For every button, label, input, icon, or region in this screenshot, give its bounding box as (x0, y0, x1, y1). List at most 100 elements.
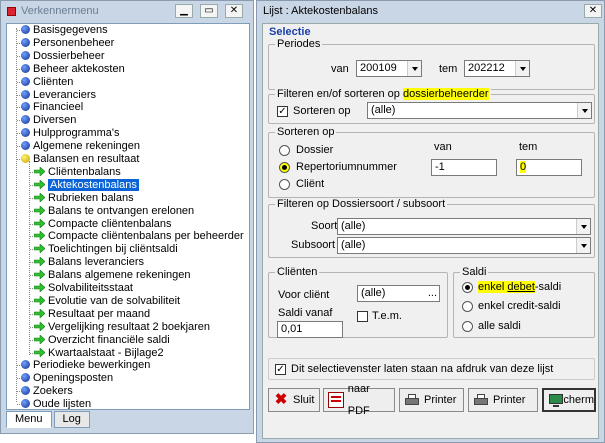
voor-client-input[interactable]: (alle) ... (357, 285, 440, 302)
browse-button[interactable]: ... (428, 286, 437, 301)
radio-repertoriumnummer[interactable] (279, 162, 290, 173)
list-window-titlebar[interactable]: Lijst : Aktekostenbalans (257, 1, 604, 21)
pdf-icon (328, 392, 344, 408)
tree-node[interactable]: Dossierbeheer (21, 50, 105, 62)
tree-leaf[interactable]: Toelichtingen bij cliëntsaldi (34, 243, 178, 255)
tree-node[interactable]: Balansen en resultaat (21, 153, 139, 165)
voor-client-value: (alle) (361, 287, 386, 299)
tree-node[interactable]: Cliënten (21, 76, 73, 88)
subsoort-select[interactable]: (alle) (337, 237, 591, 254)
filter-beheerder-group: Filteren en/of sorteren op dossierbeheer… (268, 88, 595, 124)
tree-item-label: Hulpprogramma's (33, 127, 120, 140)
pdf-button[interactable]: naar PDF (323, 383, 395, 417)
tem-checkbox[interactable] (357, 311, 368, 322)
tree-item-label: Financieel (33, 101, 84, 114)
tree-node[interactable]: Openingsposten (21, 372, 113, 384)
folder-node-icon (21, 399, 30, 409)
tree-leaf[interactable]: Solvabiliteitsstaat (34, 282, 133, 294)
radio-client[interactable] (279, 179, 290, 190)
printer-button[interactable]: Printer (399, 388, 464, 412)
printer-setup-icon (473, 392, 489, 408)
filter-dossiersoort-label: Filteren op Dossiersoort / subsoort (275, 198, 448, 210)
radio-credit[interactable] (462, 301, 473, 312)
close-icon[interactable]: ✕ (225, 4, 243, 18)
chevron-down-icon[interactable] (407, 61, 421, 76)
tree-leaf[interactable]: Aktekostenbalans (34, 178, 139, 191)
tree-node[interactable]: Leveranciers (21, 89, 96, 101)
tree-leaf[interactable]: Evolutie van de solvabiliteit (34, 295, 180, 307)
tree-node[interactable]: Personenbeheer (21, 37, 114, 49)
folder-node-icon (21, 76, 30, 86)
sorteren-van-input[interactable]: -1 (431, 159, 497, 176)
minimize-icon[interactable]: ▁ (175, 4, 193, 18)
tree-node[interactable]: Algemene rekeningen (21, 140, 140, 152)
tree-item-label: Compacte cliëntenbalans per beheerder (48, 230, 244, 243)
tree-leaf[interactable]: Balans algemene rekeningen (34, 269, 191, 281)
tree-leaf[interactable]: Cliëntenbalans (34, 166, 121, 178)
sorteren-tem-input[interactable]: 0 (516, 159, 582, 176)
tree-node[interactable]: Zoekers (21, 385, 73, 397)
tree-node[interactable]: Hulpprogramma's (21, 127, 119, 139)
green-arrow-icon (34, 308, 45, 318)
restore-icon[interactable]: ▭ (200, 4, 218, 18)
menu-tabs: Menu Log (6, 411, 92, 428)
tab-menu[interactable]: Menu (6, 411, 52, 428)
folder-node-icon (21, 115, 30, 125)
sorteren-op-checkbox[interactable]: ✓ (277, 106, 288, 117)
saldi-vanaf-label: Saldi vanaf (278, 307, 333, 319)
green-arrow-icon (34, 295, 45, 305)
sorteren-op-check-label: Sorteren op (293, 105, 351, 117)
radio-debet[interactable] (462, 282, 473, 293)
chevron-down-icon[interactable] (515, 61, 529, 76)
periodes-label: Periodes (275, 38, 323, 50)
keep-open-checkbox[interactable]: ✓ (275, 364, 286, 375)
chevron-down-icon[interactable] (576, 219, 590, 234)
tree-leaf[interactable]: Overzicht financiële saldi (34, 334, 170, 346)
tree-node[interactable]: Financieel (21, 101, 83, 113)
periodes-group: Periodes van 200109 tem 202212 (268, 38, 595, 90)
tree-leaf[interactable]: Rubrieken balans (34, 192, 134, 204)
menu-window: Verkennermenu ▁ ▭ ✕ Basisgegevens Persone… (0, 0, 254, 434)
radio-repertoriumnummer-label: Repertoriumnummer (296, 161, 397, 173)
radio-client-label: Cliënt (296, 178, 325, 190)
periode-van-select[interactable]: 200109 (356, 60, 422, 77)
radio-debet-label: enkel debet-saldi (478, 281, 561, 294)
tree-leaf[interactable]: Balans te ontvangen erelonen (34, 205, 194, 217)
tree-leaf[interactable]: Vergelijking resultaat 2 boekjaren (34, 321, 210, 333)
close-x-icon: ✖ (274, 391, 288, 408)
keep-open-label: Dit selectievenster laten staan na afdru… (291, 363, 554, 375)
scherm-button[interactable]: Scherm (542, 388, 596, 412)
chevron-down-icon[interactable] (576, 238, 590, 253)
soort-select[interactable]: (alle) (337, 218, 591, 235)
tree-leaf[interactable]: Balans leveranciers (34, 256, 144, 268)
beheerder-select[interactable]: (alle) (367, 102, 592, 119)
tree-leaf[interactable]: Resultaat per maand (34, 308, 150, 320)
tree-node[interactable]: Diversen (21, 114, 76, 126)
tree-branch-line (29, 161, 30, 355)
tree-item-label: Resultaat per maand (48, 307, 151, 320)
tree-item-label: Rubrieken balans (48, 191, 134, 204)
radio-dossier-label: Dossier (296, 144, 334, 156)
radio-debet-suffix: -saldi (534, 281, 562, 293)
printer-setup-button[interactable]: Printer (468, 388, 538, 412)
filter-dossiersoort-group: Filteren op Dossiersoort / subsoort Soor… (268, 198, 595, 258)
radio-dossier[interactable] (279, 145, 290, 156)
chevron-down-icon[interactable] (577, 103, 591, 118)
radio-alle[interactable] (462, 321, 473, 332)
tree-node[interactable]: Basisgegevens (21, 24, 108, 36)
folder-node-icon (21, 50, 30, 60)
tree-node[interactable]: Beheer aktekosten (21, 63, 125, 75)
tree-leaf[interactable]: Compacte cliëntenbalans per beheerder (34, 230, 244, 242)
saldi-vanaf-input[interactable]: 0,01 (277, 321, 343, 338)
periode-tem-select[interactable]: 202212 (464, 60, 530, 77)
radio-alle-label: alle saldi (478, 320, 521, 332)
tree-leaf[interactable]: Compacte cliëntenbalans (34, 218, 172, 230)
close-icon[interactable]: ✕ (584, 4, 602, 18)
tree-node[interactable]: Periodieke bewerkingen (21, 359, 150, 371)
sluit-button[interactable]: ✖ Sluit (268, 388, 320, 412)
radio-debet-prefix: enkel (478, 281, 508, 293)
tree-node[interactable]: Oude lijsten (21, 398, 91, 409)
tree-leaf[interactable]: Kwartaalstaat - Bijlage2 (34, 347, 164, 359)
menu-tree[interactable]: Basisgegevens Personenbeheer Dossierbeheer… (6, 23, 250, 410)
tab-log[interactable]: Log (53, 411, 90, 428)
